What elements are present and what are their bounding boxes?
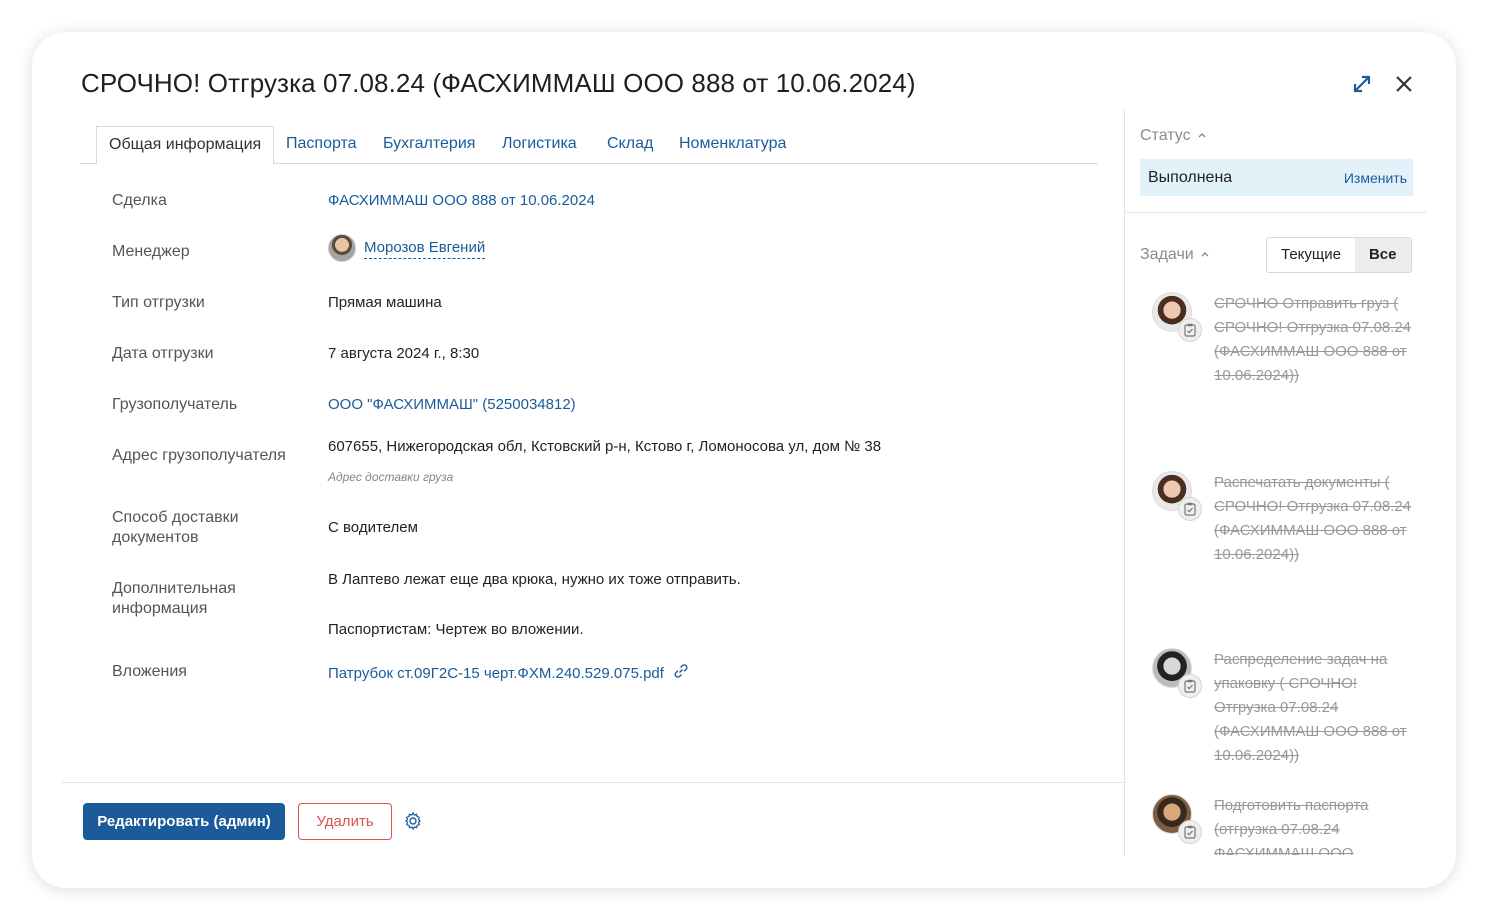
status-separator [1124, 212, 1426, 213]
status-header[interactable]: Статус [1140, 127, 1207, 145]
task-text[interactable]: СРОЧНО Отправить груз ( СРОЧНО! Отгрузка… [1214, 292, 1414, 388]
filter-current-button[interactable]: Текущие [1267, 238, 1355, 272]
tasks-filter: Текущие Все [1266, 237, 1412, 273]
tasks-label: Задачи [1140, 246, 1194, 263]
tab-accounting[interactable]: Бухгалтерия [383, 126, 475, 164]
shipment-type-label: Тип отгрузки [112, 294, 205, 311]
tab-warehouse[interactable]: Склад [607, 126, 653, 164]
shipment-date-value: 7 августа 2024 г., 8:30 [328, 345, 480, 362]
footer-divider [62, 782, 1124, 783]
consignee-address-label: Адрес грузополучателя [112, 447, 286, 464]
tasks-header[interactable]: Задачи [1140, 246, 1210, 264]
tab-bar: Общая информация Паспорта Бухгалтерия Ло… [80, 126, 1098, 165]
window-controls [1350, 72, 1416, 96]
status-value: Выполнена [1148, 168, 1233, 186]
consignee-label: Грузополучатель [112, 396, 238, 413]
tab-passports[interactable]: Паспорта [286, 126, 357, 164]
chevron-up-icon [1197, 127, 1207, 145]
tab-nomenclature[interactable]: Номенклатура [679, 126, 786, 164]
additional-info-line1: В Лаптево лежат еще два крюка, нужно их … [328, 571, 741, 588]
record-modal: СРОЧНО! Отгрузка 07.08.24 (ФАСХИММАШ ООО… [32, 32, 1456, 888]
consignee-address-hint: Адрес доставки груза [328, 470, 454, 484]
doc-delivery-label: Способ доставки документов [112, 509, 239, 546]
consignee-link[interactable]: ООО "ФАСХИММАШ" (5250034812) [328, 395, 576, 415]
deal-label: Сделка [112, 192, 167, 209]
doc-delivery-value: С водителем [328, 519, 418, 536]
manager-avatar[interactable] [328, 234, 356, 262]
chevron-up-icon [1200, 246, 1210, 264]
shipment-date-label: Дата отгрузки [112, 345, 214, 362]
filter-all-button[interactable]: Все [1354, 238, 1411, 272]
task-text[interactable]: Распределение задач на упаковку ( СРОЧНО… [1214, 648, 1414, 768]
additional-info-line2: Паспортистам: Чертеж во вложении. [328, 621, 584, 638]
delete-button[interactable]: Удалить [298, 803, 392, 840]
status-box: Выполнена Изменить [1140, 159, 1413, 196]
page-title: СРОЧНО! Отгрузка 07.08.24 (ФАСХИММАШ ООО… [81, 68, 916, 98]
attachment-link[interactable]: Патрубок ст.09Г2С-15 черт.ФХМ.240.529.07… [328, 664, 664, 684]
deal-link[interactable]: ФАСХИММАШ ООО 888 от 10.06.2024 [328, 191, 595, 211]
consignee-address-value: 607655, Нижегородская обл, Кстовский р-н… [328, 438, 882, 455]
clipboard-icon [1178, 820, 1202, 844]
tab-general[interactable]: Общая информация [96, 126, 275, 165]
edit-admin-button[interactable]: Редактировать (админ) [83, 803, 285, 840]
attachments-value: Патрубок ст.09Г2С-15 черт.ФХМ.240.529.07… [328, 662, 690, 686]
attachments-label: Вложения [112, 663, 187, 680]
right-panel-divider [1124, 110, 1125, 856]
task-text[interactable]: Подготовить паспорта (отгрузка 07.08.24 … [1214, 794, 1414, 855]
close-icon[interactable] [1392, 72, 1416, 96]
shipment-type-value: Прямая машина [328, 294, 442, 311]
manager-value: Морозов Евгений [328, 234, 486, 262]
gear-icon[interactable] [402, 810, 424, 832]
clipboard-icon [1178, 674, 1202, 698]
manager-label: Менеджер [112, 243, 190, 260]
status-change-link[interactable]: Изменить [1344, 170, 1407, 186]
expand-icon[interactable] [1350, 72, 1374, 96]
task-list: СРОЧНО Отправить груз ( СРОЧНО! Отгрузка… [1140, 288, 1426, 855]
manager-link[interactable]: Морозов Евгений [364, 238, 486, 259]
link-icon[interactable] [672, 662, 690, 686]
tab-logistics[interactable]: Логистика [502, 126, 577, 164]
clipboard-icon [1178, 318, 1202, 342]
task-text[interactable]: Распечатать документы ( СРОЧНО! Отгрузка… [1214, 471, 1414, 567]
status-label: Статус [1140, 127, 1191, 144]
clipboard-icon [1178, 497, 1202, 521]
additional-info-label: Дополнительная информация [112, 580, 236, 617]
